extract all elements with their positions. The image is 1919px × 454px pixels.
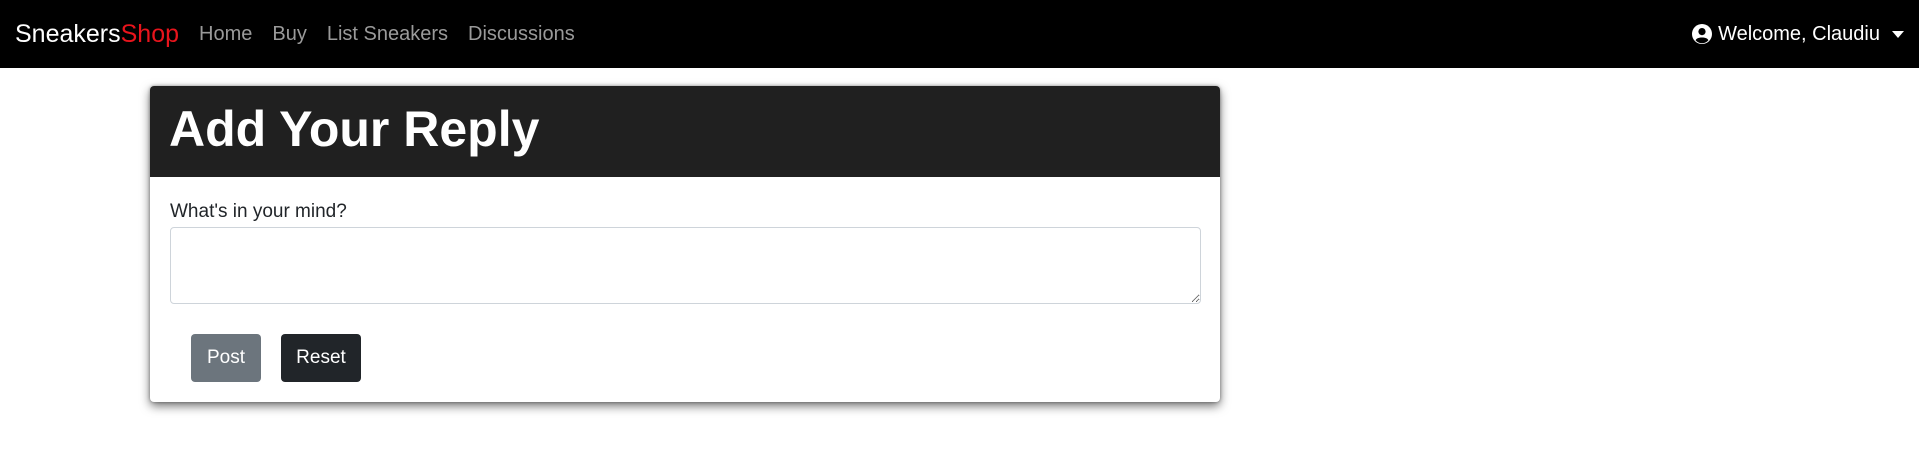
user-greeting: Welcome, Claudiu xyxy=(1718,23,1880,45)
brand-name-main: Sneakers xyxy=(15,20,121,48)
chevron-down-icon xyxy=(1892,30,1904,38)
page-title: Add Your Reply xyxy=(169,101,540,157)
user-circle-icon xyxy=(1692,24,1713,44)
reply-textarea[interactable] xyxy=(170,227,1201,304)
reply-field-label: What's in your mind? xyxy=(170,201,347,222)
nav-link-buy[interactable]: Buy xyxy=(272,22,306,46)
nav-link-home[interactable]: Home xyxy=(199,22,252,46)
nav-link-list-sneakers[interactable]: List Sneakers xyxy=(327,22,448,46)
reset-button[interactable]: Reset xyxy=(281,334,361,382)
nav-links: Home Buy List Sneakers Discussions xyxy=(199,22,595,46)
brand-name-accent: Shop xyxy=(120,20,180,48)
top-navbar: SneakersShop Home Buy List Sneakers Disc… xyxy=(0,0,1919,68)
reply-card: Add Your Reply What's in your mind? Post… xyxy=(150,86,1220,402)
post-button[interactable]: Post xyxy=(191,334,261,382)
user-menu-toggle[interactable]: Welcome, Claudiu xyxy=(1692,21,1904,47)
reply-card-header: Add Your Reply xyxy=(150,86,1220,177)
brand-logo-link[interactable]: SneakersShop xyxy=(15,18,179,50)
nav-link-discussions[interactable]: Discussions xyxy=(468,22,575,46)
